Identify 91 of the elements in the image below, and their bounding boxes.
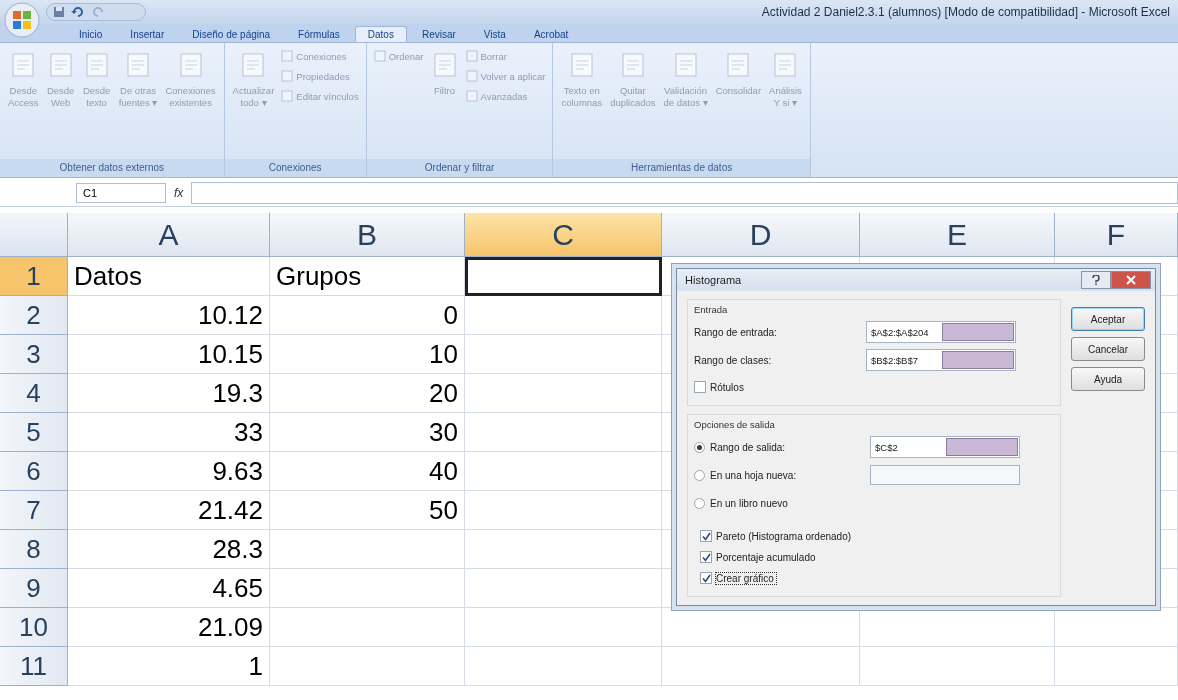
column-header[interactable]: E xyxy=(860,213,1055,257)
active-cell[interactable] xyxy=(465,257,662,296)
check-icon xyxy=(701,552,711,562)
field-label: Rango de entrada: xyxy=(694,326,778,338)
ribbon-tab[interactable]: Revisar xyxy=(408,26,469,42)
ribbon-tab[interactable]: Inicio xyxy=(66,26,116,42)
input-field[interactable] xyxy=(870,465,1020,485)
section-label: Entrada xyxy=(694,304,729,315)
group-label: Ordenar y filtrar xyxy=(366,159,553,177)
close-button[interactable] xyxy=(1111,271,1151,289)
table-cell: 50 xyxy=(270,491,465,530)
ribbon-tab[interactable]: Fórmulas xyxy=(285,26,353,42)
row-header[interactable]: 9 xyxy=(0,569,68,608)
dialog-button[interactable]: Cancelar xyxy=(1071,337,1145,361)
checkbox-label[interactable]: Crear gráfico xyxy=(716,572,776,584)
row-header[interactable]: 1 xyxy=(0,257,68,296)
table-cell: 20 xyxy=(270,374,465,413)
checkbox[interactable] xyxy=(700,530,712,542)
range-field[interactable]: $B$2:$B$7 xyxy=(866,349,1016,371)
ribbon-tab[interactable]: Vista xyxy=(470,26,519,42)
row-header[interactable]: 8 xyxy=(0,530,68,569)
table-cell: 0 xyxy=(270,296,465,335)
table-cell: 19.3 xyxy=(68,374,270,413)
range-field[interactable]: $C$2 xyxy=(870,436,1020,458)
formula-field[interactable] xyxy=(191,182,1178,204)
table-cell: 21.09 xyxy=(68,608,270,647)
name-box[interactable]: C1 xyxy=(76,183,166,203)
row-header[interactable]: 10 xyxy=(0,608,68,647)
range-field[interactable]: $A$2:$A$204 xyxy=(866,321,1016,343)
row-header[interactable]: 11 xyxy=(0,647,68,686)
ribbon-tab[interactable]: Insertar xyxy=(117,26,178,42)
group-label: Obtener datos externos xyxy=(0,159,224,177)
table-cell: 28.3 xyxy=(68,530,270,569)
group-label: Conexiones xyxy=(224,159,366,177)
checkbox-label[interactable]: Porcentaje acumulado xyxy=(716,551,816,563)
dialog-title: Histograma xyxy=(685,274,742,286)
radio-label[interactable]: En una hoja nueva: xyxy=(710,469,870,481)
row-header[interactable]: 6 xyxy=(0,452,68,491)
radio-button[interactable] xyxy=(694,469,705,481)
radio-button[interactable] xyxy=(694,497,705,509)
dialog-button[interactable]: Ayuda xyxy=(1071,367,1145,391)
field-label: Rango de clases: xyxy=(694,354,773,366)
dialog-button[interactable]: Aceptar xyxy=(1071,307,1145,331)
function-label[interactable]: fx xyxy=(174,186,184,200)
collapse-dialog-button[interactable] xyxy=(945,438,1018,456)
checkbox[interactable] xyxy=(694,381,706,393)
checkbox-label[interactable]: Pareto (Histograma ordenado) xyxy=(716,530,852,542)
table-cell: 4.65 xyxy=(68,569,270,608)
table-cell: Grupos xyxy=(270,257,465,296)
row-header[interactable]: 4 xyxy=(0,374,68,413)
section-label: Opciones de salida xyxy=(694,419,776,430)
window-title: Actividad 2 Daniel2.3.1 (alumnos) [Modo de compatibilidad] - Microsoft Excel xyxy=(761,5,1170,19)
column-header[interactable]: B xyxy=(270,213,465,257)
table-cell: 33 xyxy=(68,413,270,452)
collapse-dialog-button[interactable] xyxy=(941,323,1014,341)
table-cell: Datos xyxy=(68,257,270,296)
group-label: Herramientas de datos xyxy=(553,159,810,177)
save-icon[interactable] xyxy=(53,6,65,18)
check-icon xyxy=(701,573,711,583)
table-cell: 10.15 xyxy=(68,335,270,374)
question-icon xyxy=(1092,275,1100,285)
ribbon-tab[interactable]: Diseño de página xyxy=(179,26,284,42)
table-cell: 10 xyxy=(270,335,465,374)
row-header[interactable]: 2 xyxy=(0,296,68,335)
column-header[interactable]: A xyxy=(68,213,270,257)
checkbox[interactable] xyxy=(700,572,712,584)
checkbox[interactable] xyxy=(700,551,712,563)
table-cell: 30 xyxy=(270,413,465,452)
radio-label[interactable]: En un libro nuevo xyxy=(710,497,870,509)
table-cell: 9.63 xyxy=(68,452,270,491)
table-cell: 40 xyxy=(270,452,465,491)
ribbon-tab[interactable]: Datos xyxy=(354,26,407,42)
column-header[interactable]: D xyxy=(662,213,860,257)
close-icon xyxy=(1126,275,1136,285)
table-cell: 10.12 xyxy=(68,296,270,335)
radio-label[interactable]: Rango de salida: xyxy=(710,441,870,453)
table-cell: 1 xyxy=(68,647,270,686)
undo-icon[interactable] xyxy=(71,6,85,18)
row-header[interactable]: 5 xyxy=(0,413,68,452)
column-header[interactable]: C xyxy=(465,213,662,257)
row-header[interactable]: 3 xyxy=(0,335,68,374)
ribbon-tab[interactable]: Acrobat xyxy=(520,26,582,42)
select-all-corner[interactable] xyxy=(0,213,68,257)
help-button[interactable] xyxy=(1081,271,1111,289)
column-header[interactable]: F xyxy=(1055,213,1178,257)
check-icon xyxy=(701,531,711,541)
collapse-dialog-button[interactable] xyxy=(941,351,1014,369)
row-header[interactable]: 7 xyxy=(0,491,68,530)
checkbox-label[interactable]: Rótulos xyxy=(710,381,744,393)
table-cell: 21.42 xyxy=(68,491,270,530)
radio-button[interactable] xyxy=(694,441,705,453)
